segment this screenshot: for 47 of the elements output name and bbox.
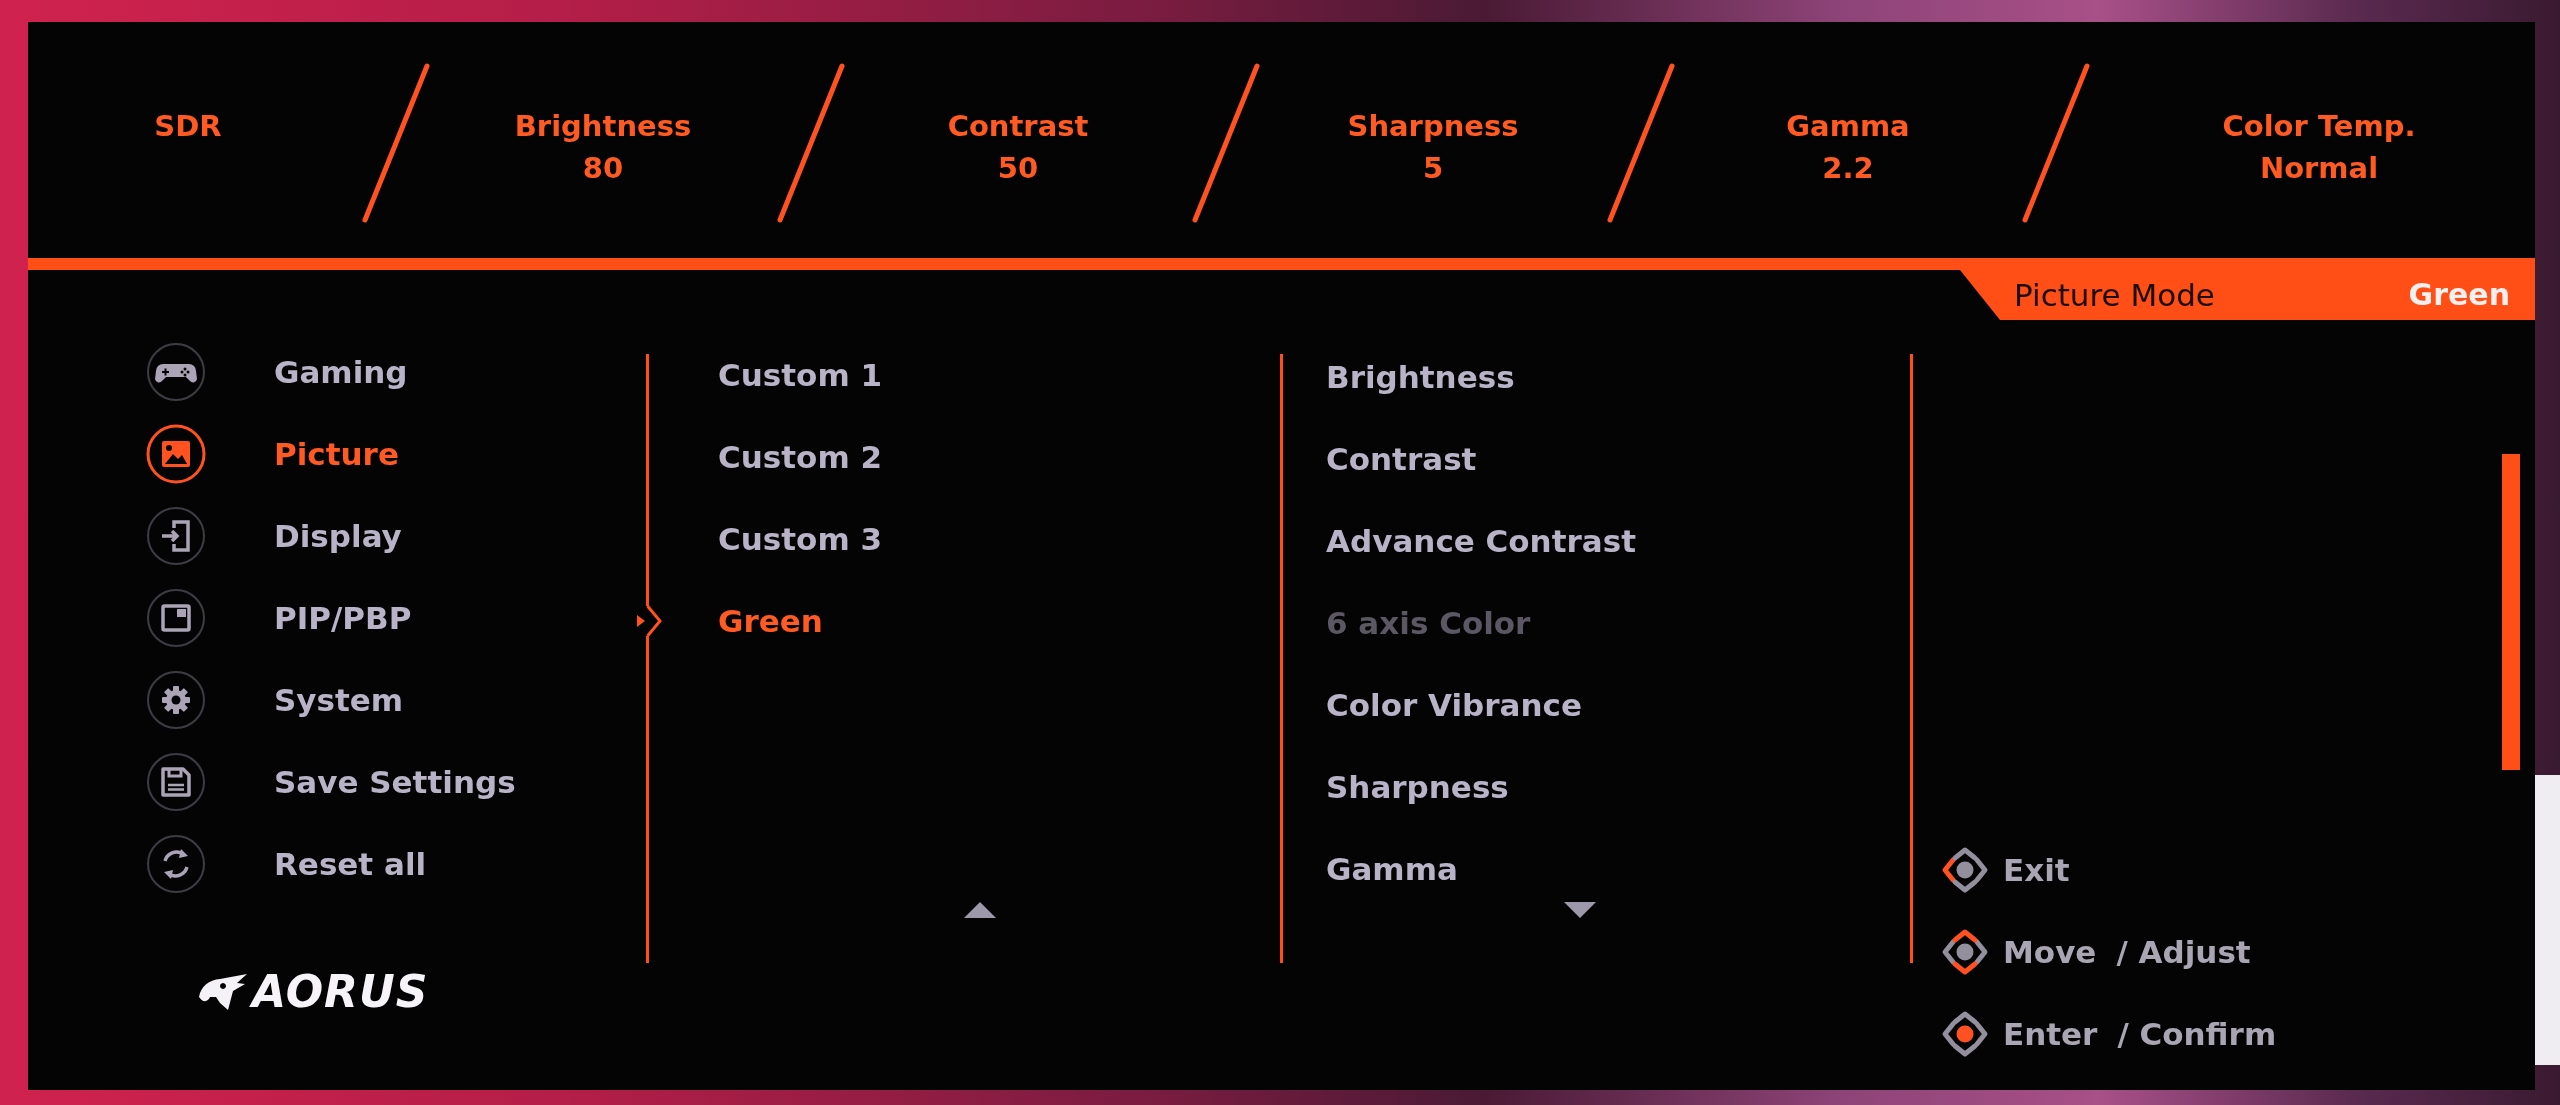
action-label: Enter: [2003, 1016, 2098, 1052]
mode-label: Picture Mode: [2014, 276, 2215, 315]
action-label: Move: [2003, 934, 2097, 970]
header-value: 50: [997, 150, 1039, 186]
picture-in-picture-icon: [146, 588, 206, 648]
setting-item[interactable]: Gamma: [1326, 851, 1458, 887]
image-icon: [146, 424, 206, 484]
up-triangle-icon: [964, 902, 996, 918]
header-label: Color Temp.: [2222, 108, 2416, 144]
menu-item[interactable]: Picture: [146, 424, 399, 484]
header-value: Normal: [2259, 150, 2379, 186]
header-label: Sharpness: [1347, 108, 1519, 144]
direction-pad-icon: [1940, 927, 1990, 977]
preset-item[interactable]: Custom 3: [718, 521, 883, 557]
circular-arrows-icon: [146, 834, 206, 894]
menu-item[interactable]: Reset all: [146, 834, 427, 894]
mode-value: Green: [2408, 276, 2510, 314]
floppy-disk-icon: [146, 752, 206, 812]
menu-item[interactable]: Gaming: [146, 342, 408, 402]
action-label: Exit: [2003, 852, 2070, 888]
header-label: Gamma: [1786, 108, 1910, 144]
menu-item[interactable]: Display: [146, 506, 402, 566]
alt-action-label: / Confirm: [2117, 1016, 2277, 1052]
setting-item[interactable]: Sharpness: [1326, 769, 1509, 805]
preset-item[interactable]: Green: [718, 603, 823, 639]
preset-item[interactable]: Custom 1: [718, 357, 883, 393]
down-triangle-icon: [1564, 902, 1596, 918]
header-value: 80: [582, 150, 624, 186]
gamepad-icon: [146, 342, 206, 402]
setting-item[interactable]: Advance Contrast: [1326, 523, 1636, 559]
direction-pad-icon: [1940, 1009, 1990, 1059]
header-value: 5: [1422, 150, 1444, 186]
direction-pad-icon: [1940, 845, 1990, 895]
menu-item[interactable]: Save Settings: [146, 752, 516, 812]
preset-item[interactable]: Custom 2: [718, 439, 883, 475]
setting-item[interactable]: Brightness: [1326, 359, 1515, 395]
header-label: SDR: [154, 108, 222, 144]
alt-action-label: / Adjust: [2116, 934, 2251, 970]
settings-icon: [146, 670, 206, 730]
header-label: Brightness: [514, 108, 692, 144]
setting-item[interactable]: Contrast: [1326, 441, 1477, 477]
menu-item[interactable]: PIP/PBP: [146, 588, 412, 648]
menu-item[interactable]: System: [146, 670, 404, 730]
header-label: Contrast: [947, 108, 1089, 144]
setting-item[interactable]: Color Vibrance: [1326, 687, 1582, 723]
sign-in-icon: [146, 506, 206, 566]
header-value: 2.2: [1822, 150, 1874, 186]
